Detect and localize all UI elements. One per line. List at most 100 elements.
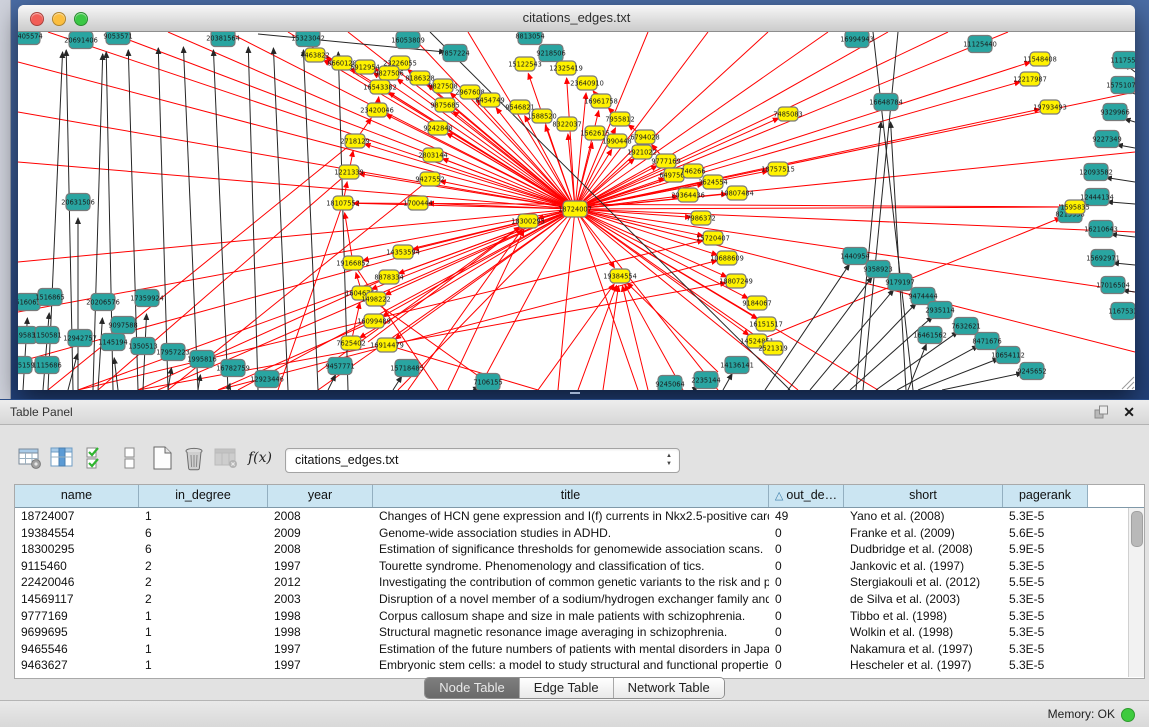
network-node[interactable]: 14353594 (386, 245, 420, 259)
table-source-select[interactable]: citations_edges.txt ▲▼ (285, 448, 680, 473)
network-node[interactable]: 16053809 (391, 32, 425, 49)
cell-name[interactable]: 18724007 (15, 508, 139, 525)
cell-pagerank[interactable]: 5.3E-5 (1003, 558, 1088, 575)
cell-in_degree[interactable]: 6 (139, 541, 268, 558)
network-node[interactable]: 1150581 (32, 327, 61, 344)
network-node[interactable]: 12942757 (63, 330, 97, 347)
network-node[interactable]: 15323042 (291, 32, 325, 47)
cell-pagerank[interactable]: 5.6E-5 (1003, 525, 1088, 542)
network-node[interactable]: 14136141 (720, 357, 754, 374)
network-node[interactable]: 1145194 (98, 334, 127, 351)
cell-year[interactable]: 1997 (268, 657, 373, 674)
network-node[interactable]: 16151517 (749, 317, 783, 331)
cell-out_degree[interactable]: 0 (769, 525, 844, 542)
network-node[interactable]: 16648784 (869, 94, 903, 111)
network-node[interactable]: 20631506 (61, 194, 95, 211)
column-header-out_degree[interactable]: △ out_de… (769, 485, 844, 507)
close-window-button[interactable] (30, 12, 44, 26)
cell-out_degree[interactable]: 0 (769, 608, 844, 625)
network-window-titlebar[interactable]: citations_edges.txt (18, 5, 1135, 32)
cell-name[interactable]: 19384554 (15, 525, 139, 542)
table-row[interactable]: 1938455462009Genome-wide association stu… (15, 525, 1144, 542)
network-node[interactable]: 1221339 (334, 165, 363, 179)
cell-title[interactable]: Structural magnetic resonance image aver… (373, 624, 769, 641)
tab-node-table[interactable]: Node Table (425, 678, 520, 698)
select-all-columns-icon[interactable] (82, 444, 110, 472)
cell-in_degree[interactable]: 1 (139, 624, 268, 641)
network-node[interactable]: 7986372 (686, 211, 715, 225)
network-node[interactable]: 9179197 (885, 274, 914, 291)
network-node[interactable]: 20364436 (671, 188, 705, 202)
minimize-window-button[interactable] (52, 12, 66, 26)
network-node[interactable]: 20381564 (206, 32, 240, 47)
column-header-name[interactable]: name (15, 485, 139, 507)
network-node[interactable]: 2803144 (418, 148, 447, 162)
network-node[interactable]: 10654112 (991, 347, 1025, 364)
column-header-in_degree[interactable]: in_degree (139, 485, 268, 507)
network-node[interactable]: 23420046 (360, 103, 394, 117)
network-node[interactable]: 1440954 (840, 248, 869, 265)
cell-in_degree[interactable]: 2 (139, 558, 268, 575)
network-node[interactable]: 23640910 (570, 76, 604, 90)
show-column-icon[interactable] (48, 444, 76, 472)
table-row[interactable]: 977716911998Corpus callosum shape and si… (15, 608, 1144, 625)
network-node[interactable]: 18724007 (558, 201, 592, 217)
cell-title[interactable]: Embryonic stem cells: a model to study s… (373, 657, 769, 674)
network-node[interactable]: 1115686 (32, 357, 61, 374)
network-node[interactable]: 1350513 (128, 338, 157, 355)
network-node[interactable]: 7632621 (951, 318, 980, 335)
tab-network-table[interactable]: Network Table (614, 678, 724, 698)
network-node[interactable]: 16543382 (363, 80, 397, 94)
cell-in_degree[interactable]: 1 (139, 657, 268, 674)
network-node[interactable]: 9227349 (1092, 131, 1121, 148)
network-node[interactable]: 1405574 (18, 32, 43, 45)
cell-name[interactable]: 9463627 (15, 657, 139, 674)
cell-year[interactable]: 2009 (268, 525, 373, 542)
network-node[interactable]: 17957223 (156, 344, 190, 361)
cell-in_degree[interactable]: 1 (139, 641, 268, 658)
network-node[interactable]: 16994943 (840, 32, 874, 48)
network-node[interactable]: 16782759 (216, 360, 250, 377)
network-node[interactable]: 18300295 (511, 214, 545, 228)
vertical-scrollbar[interactable] (1128, 508, 1144, 677)
network-node[interactable]: 16210643 (1084, 221, 1118, 238)
network-node[interactable]: 17016504 (1096, 277, 1130, 294)
network-node[interactable]: 12093582 (1079, 164, 1113, 181)
table-row[interactable]: 911546021997Tourette syndrome. Phenomeno… (15, 558, 1144, 575)
cell-name[interactable]: 18300295 (15, 541, 139, 558)
cell-year[interactable]: 2008 (268, 508, 373, 525)
network-node[interactable]: 10807484 (720, 186, 754, 200)
network-node[interactable]: 9053571 (103, 32, 132, 45)
cell-short[interactable]: Franke et al. (2009) (844, 525, 1003, 542)
cell-year[interactable]: 2008 (268, 541, 373, 558)
cell-short[interactable]: de Silva et al. (2003) (844, 591, 1003, 608)
network-node[interactable]: 6794028 (630, 130, 659, 144)
network-node[interactable]: 7625402 (336, 336, 365, 350)
network-node[interactable]: 12217987 (1013, 72, 1047, 86)
network-node[interactable]: 16461562 (913, 327, 947, 344)
cell-in_degree[interactable]: 2 (139, 591, 268, 608)
cell-in_degree[interactable]: 2 (139, 574, 268, 591)
cell-year[interactable]: 1998 (268, 608, 373, 625)
network-node[interactable]: 9457771 (325, 358, 354, 375)
network-node[interactable]: 746266 (680, 164, 705, 178)
cell-short[interactable]: Jankovic et al. (1997) (844, 558, 1003, 575)
cell-year[interactable]: 1997 (268, 641, 373, 658)
network-node[interactable]: 2718129 (340, 134, 369, 148)
cell-short[interactable]: Yano et al. (2008) (844, 508, 1003, 525)
cell-short[interactable]: Nakamura et al. (1997) (844, 641, 1003, 658)
network-node[interactable]: 12325419 (549, 61, 583, 75)
network-node[interactable]: 15720407 (696, 231, 730, 245)
network-node[interactable]: 1167533 (1108, 303, 1135, 320)
cell-pagerank[interactable]: 5.3E-5 (1003, 508, 1088, 525)
cell-title[interactable]: Tourette syndrome. Phenomenology and cla… (373, 558, 769, 575)
table-row[interactable]: 946554611997Estimation of the future num… (15, 641, 1144, 658)
cell-title[interactable]: Estimation of significance thresholds fo… (373, 541, 769, 558)
cell-year[interactable]: 2012 (268, 574, 373, 591)
network-node[interactable]: 9097588 (108, 317, 137, 334)
table-row[interactable]: 969969511998Structural magnetic resonanc… (15, 624, 1144, 641)
network-node[interactable]: 1516865 (35, 289, 64, 306)
table-settings-icon[interactable] (16, 444, 44, 472)
network-node[interactable]: 9245652 (1017, 363, 1046, 380)
cell-pagerank[interactable]: 5.3E-5 (1003, 641, 1088, 658)
